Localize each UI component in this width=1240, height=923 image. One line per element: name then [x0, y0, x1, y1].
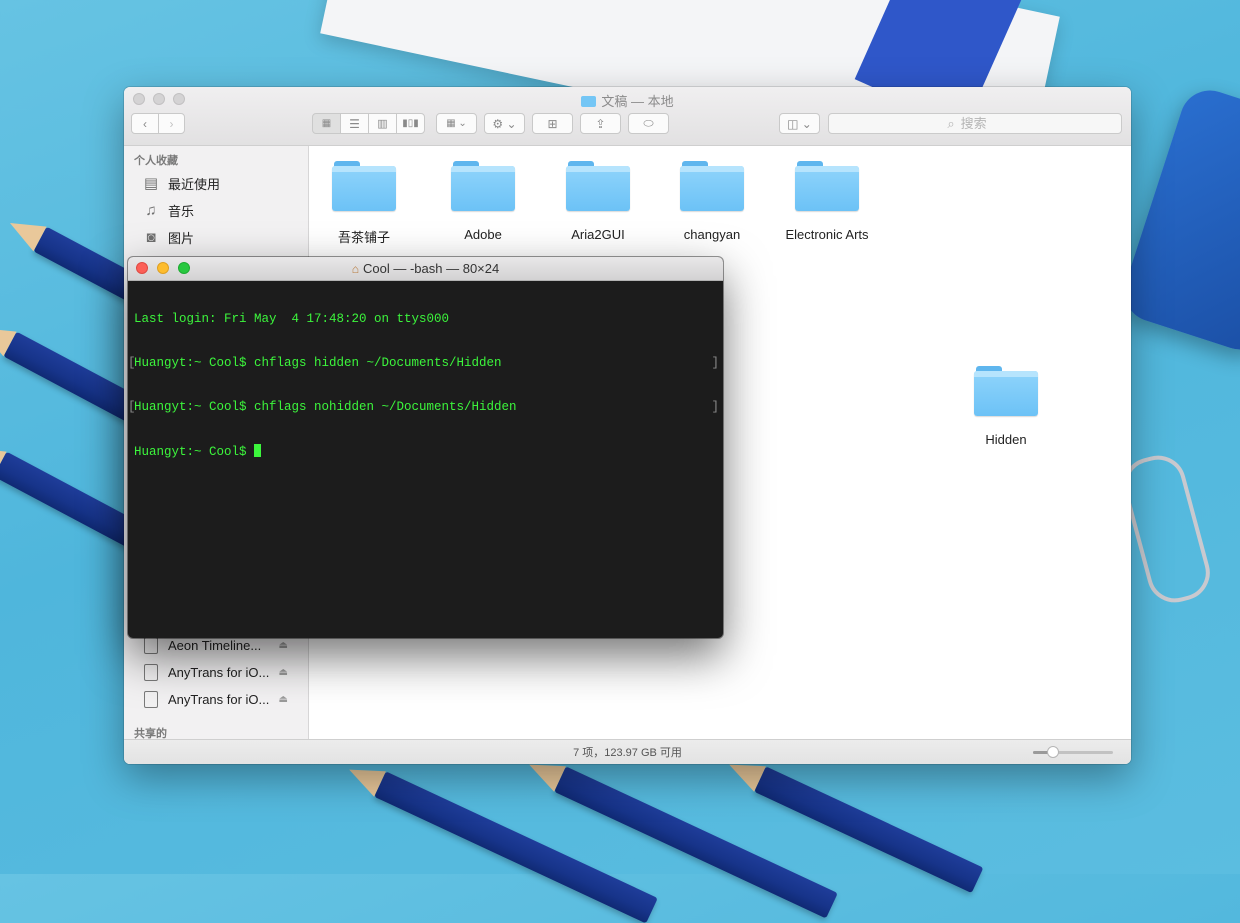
view-mode-control: ▦ ☰ ▥ ▮▯▮ — [312, 113, 425, 134]
new-folder-icon: ⊞ — [547, 116, 558, 131]
sidebar-item-label: AnyTrans for iO... — [168, 691, 270, 707]
terminal-output[interactable]: Last login: Fri May 4 17:48:20 on ttys00… — [128, 283, 719, 638]
search-icon: ⌕ — [947, 115, 955, 131]
line-bracket: [ — [128, 399, 136, 414]
folder-item[interactable]: Aria2GUI — [543, 161, 653, 242]
action-button[interactable]: ⚙ ⌄ — [484, 113, 525, 134]
home-icon: ⌂ — [351, 262, 360, 276]
terminal-line: Last login: Fri May 4 17:48:20 on ttys00… — [134, 312, 717, 327]
terminal-line-text: Huangyt:~ Cool$ chflags nohidden ~/Docum… — [134, 399, 517, 414]
folder-icon — [581, 96, 597, 107]
sidebar-item-label: AnyTrans for iO... — [168, 664, 270, 680]
eject-icon[interactable]: ⏏ — [279, 694, 288, 705]
sidebar-item-pictures[interactable]: ◙ 图片 — [142, 225, 302, 249]
icon-size-slider[interactable] — [1033, 746, 1113, 758]
terminal-titlebar[interactable]: ⌂ Cool — -bash — 80×24 — [128, 257, 723, 281]
terminal-line: [Huangyt:~ Cool$ chflags hidden ~/Docume… — [128, 355, 719, 371]
folder-label: 吾茶铺子 — [337, 230, 390, 245]
folder-item[interactable]: Electronic Arts — [772, 161, 882, 242]
sidebar-item-music[interactable]: ♫ 音乐 — [142, 198, 302, 222]
icon-size-slider-knob[interactable] — [1047, 746, 1059, 758]
gear-icon: ⚙ ⌄ — [492, 116, 517, 131]
recent-icon: ▤ — [143, 175, 159, 192]
sidebar-item-label: 音乐 — [168, 203, 195, 219]
sidebar-item-label: Aeon Timeline... — [168, 637, 262, 653]
search-field[interactable]: ⌕ — [828, 113, 1122, 134]
disk-icon — [144, 663, 158, 681]
line-bracket: ] — [711, 399, 719, 414]
chevron-right-icon: › — [169, 116, 174, 131]
sidebar-item-recent[interactable]: ▤ 最近使用 — [142, 171, 302, 195]
terminal-title-text: Cool — -bash — 80×24 — [363, 261, 500, 276]
sidebar-heading-favorites: 个人收藏 — [134, 155, 178, 167]
finder-titlebar[interactable]: 文稿 — 本地 ‹ › ▦ ☰ ▥ ▮▯▮ ▦ ⌄ ⚙ ⌄ ⊞ ⇪ ⬭ ◫ ⌄ … — [124, 87, 1131, 146]
sidebar-item-label: 图片 — [168, 230, 195, 246]
share-icon: ⇪ — [595, 116, 606, 131]
line-bracket: ] — [711, 355, 719, 370]
finder-statusbar: 7 项，123.97 GB 可用 — [124, 739, 1131, 764]
terminal-prompt-line: Huangyt:~ Cool$ — [134, 443, 717, 459]
arrange-grid-icon: ▦ ⌄ — [446, 118, 467, 129]
camera-icon: ◙ — [146, 228, 156, 246]
folder-icon — [451, 161, 515, 211]
sidebar-item-device[interactable]: AnyTrans for iO... ⏏ — [142, 660, 302, 684]
window-title-text: 文稿 — 本地 — [601, 94, 674, 109]
terminal-title: ⌂ Cool — -bash — 80×24 — [128, 261, 723, 276]
folder-item-hidden[interactable]: Hidden — [951, 366, 1061, 447]
new-folder-button[interactable]: ⊞ — [532, 113, 573, 134]
column-view-button[interactable]: ▥ — [368, 113, 397, 134]
desktop-paper-clip — [1116, 449, 1217, 609]
disk-icon — [144, 636, 158, 654]
folder-icon — [795, 161, 859, 211]
line-bracket: [ — [128, 355, 136, 370]
cover-flow-button[interactable]: ▮▯▮ — [396, 113, 425, 134]
terminal-window: ⌂ Cool — -bash — 80×24 Last login: Fri Ma… — [128, 257, 723, 638]
search-input[interactable] — [958, 115, 1003, 132]
eject-icon[interactable]: ⏏ — [279, 640, 288, 651]
folder-label: Hidden — [985, 432, 1027, 447]
back-button[interactable]: ‹ — [131, 113, 159, 134]
list-icon: ☰ — [349, 116, 360, 131]
columns-icon: ▥ — [377, 118, 388, 130]
folder-icon — [974, 366, 1038, 416]
window-title: 文稿 — 本地 — [124, 91, 1131, 110]
disk-icon — [144, 690, 158, 708]
back-forward-control: ‹ › — [131, 113, 185, 134]
terminal-line-text: Huangyt:~ Cool$ chflags hidden ~/Documen… — [134, 355, 502, 370]
folder-label: Adobe — [464, 227, 502, 242]
folder-item[interactable]: changyan — [657, 161, 767, 242]
arrange-button[interactable]: ▦ ⌄ — [436, 113, 477, 134]
folder-icon — [680, 161, 744, 211]
eject-icon[interactable]: ⏏ — [279, 667, 288, 678]
status-text: 7 项，123.97 GB 可用 — [573, 747, 682, 759]
terminal-line-text: Last login: Fri May 4 17:48:20 on ttys00… — [134, 312, 450, 327]
terminal-prompt: Huangyt:~ Cool$ — [134, 444, 255, 459]
cover-flow-icon: ▮▯▮ — [402, 118, 419, 129]
folder-item[interactable]: 吾茶铺子 — [309, 161, 419, 246]
tag-icon: ⬭ — [643, 116, 654, 130]
folder-item[interactable]: Adobe — [428, 161, 538, 242]
chevron-left-icon: ‹ — [143, 116, 147, 131]
tags-button[interactable]: ⬭ — [628, 113, 669, 134]
grid-icon: ▦ — [321, 118, 332, 129]
folder-label: Electronic Arts — [785, 227, 869, 242]
forward-button[interactable]: › — [158, 113, 185, 134]
icon-view-button[interactable]: ▦ — [312, 113, 341, 134]
desktop-stapler — [1116, 82, 1240, 358]
dropbox-icon: ◫ ⌄ — [787, 116, 812, 131]
folder-label: Aria2GUI — [571, 227, 625, 242]
dropbox-button[interactable]: ◫ ⌄ — [779, 113, 820, 134]
folder-icon — [566, 161, 630, 211]
sidebar-item-label: 最近使用 — [168, 176, 221, 192]
share-button[interactable]: ⇪ — [580, 113, 621, 134]
folder-icon — [332, 161, 396, 211]
sidebar-item-device[interactable]: AnyTrans for iO... ⏏ — [142, 687, 302, 711]
music-note-icon: ♫ — [145, 201, 157, 219]
terminal-line: [Huangyt:~ Cool$ chflags nohidden ~/Docu… — [128, 399, 719, 415]
folder-label: changyan — [683, 227, 741, 242]
terminal-cursor — [254, 443, 262, 457]
list-view-button[interactable]: ☰ — [340, 113, 369, 134]
